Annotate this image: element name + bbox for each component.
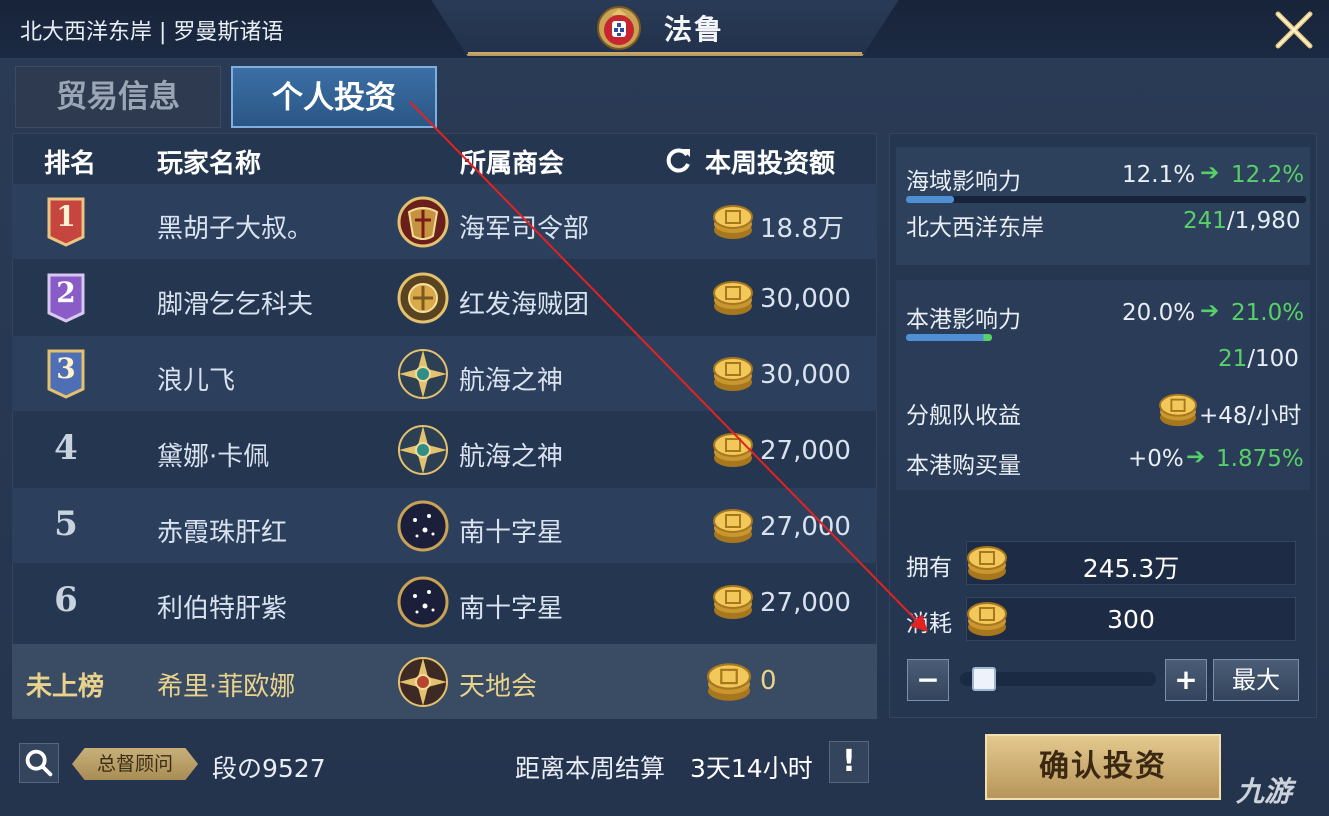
rank-number: 3 (56, 352, 76, 385)
player-name: 利伯特肝紫 (157, 594, 288, 624)
port-influence-bar-fill (906, 334, 993, 341)
header-amount: 本周投资额 (705, 149, 836, 179)
guild-name: 南十字星 (459, 518, 564, 548)
coin-icon (713, 357, 753, 391)
cost-amount: 300 (1107, 605, 1155, 634)
coin-icon (713, 509, 753, 543)
purchase-volume-current: +0% (1128, 446, 1184, 472)
header-rank: 排名 (44, 149, 97, 179)
region-rank-value: 241 (1183, 208, 1227, 234)
arrow-right-icon: ➔ (1200, 298, 1220, 324)
increase-button[interactable]: + (1165, 659, 1207, 701)
player-name: 浪儿飞 (157, 366, 236, 396)
settlement-label: 距离本周结算 (515, 754, 666, 783)
port-influence-label: 本港影响力 (906, 307, 1021, 333)
rank-number: 4 (54, 428, 78, 468)
coin-icon (967, 546, 1007, 580)
port-influence-bar (906, 334, 993, 341)
compass-star-crest-icon (398, 657, 448, 707)
investment-amount: 18.8万 (760, 214, 844, 244)
tab-personal-investment[interactable]: 个人投资 (231, 66, 437, 128)
rank-number: 5 (54, 504, 78, 544)
port-influence-next: 21.0% (1231, 300, 1305, 326)
my-investment-amount: 0 (760, 666, 777, 696)
port-rank-value: 21 (1218, 346, 1248, 372)
purchase-volume-label: 本港购买量 (906, 453, 1021, 479)
fleet-income-value: +48/小时 (1199, 403, 1302, 429)
port-rank-total: /100 (1247, 346, 1299, 372)
navy-crest-icon (397, 196, 449, 248)
arrow-right-icon: ➔ (1200, 160, 1220, 186)
coin-icon (713, 205, 753, 239)
fleet-income-label: 分舰队收益 (906, 403, 1021, 429)
compass-star-crest-icon (398, 425, 448, 475)
port-emblem-icon (597, 6, 641, 50)
port-influence-rank: 21/100 (1218, 346, 1299, 372)
redhair-crest-icon (397, 272, 449, 324)
sea-influence-current: 12.1% (1122, 162, 1196, 188)
investment-slider-handle[interactable] (971, 667, 996, 691)
header-guild: 所属商会 (460, 149, 565, 179)
investment-amount: 27,000 (760, 436, 851, 466)
search-icon[interactable] (19, 743, 59, 783)
my-rank: 未上榜 (26, 672, 105, 702)
tab-trade-info[interactable]: 贸易信息 (15, 66, 221, 128)
port-influence-current: 20.0% (1122, 300, 1196, 326)
region-name: 北大西洋东岸 (906, 215, 1044, 241)
investment-amount: 30,000 (760, 360, 851, 390)
role-badge: 总督顾问 (72, 748, 198, 780)
investment-amount: 27,000 (760, 588, 851, 618)
player-name: 黛娜·卡佩 (157, 442, 270, 472)
southern-cross-crest-icon (397, 576, 449, 628)
arrow-right-icon: ➔ (1186, 444, 1206, 470)
my-guild-name: 天地会 (459, 672, 538, 702)
guild-name: 南十字星 (459, 594, 564, 624)
coin-icon (713, 585, 753, 619)
guild-name: 航海之神 (459, 442, 564, 472)
player-name: 赤霞珠肝红 (157, 518, 288, 548)
sea-influence-bar-fill (906, 196, 955, 203)
sea-influence-next: 12.2% (1231, 162, 1305, 188)
player-name: 黑胡子大叔。 (157, 214, 314, 244)
cost-amount-box: 300 (966, 597, 1296, 641)
coin-icon (713, 433, 753, 467)
watermark-logo: 九游 (1236, 775, 1293, 808)
guild-name: 海军司令部 (459, 214, 590, 244)
own-label: 拥有 (906, 555, 952, 581)
settlement-countdown: 3天14小时 (690, 754, 813, 783)
close-icon[interactable] (1272, 8, 1316, 52)
sea-influence-label: 海域影响力 (906, 169, 1021, 195)
player-name: 脚滑乞乞科夫 (157, 290, 314, 320)
own-amount: 245.3万 (1082, 554, 1180, 583)
sea-influence-bar (906, 196, 1306, 203)
cost-label: 消耗 (906, 611, 952, 637)
compass-star-crest-icon (398, 349, 448, 399)
coin-icon (1159, 393, 1197, 427)
rank-number: 6 (54, 580, 78, 620)
current-player-name: 段の9527 (212, 754, 326, 783)
purchase-volume-next: 1.875% (1216, 446, 1304, 472)
region-rank-total: /1,980 (1226, 208, 1301, 234)
region-influence-rank: 241/1,980 (1183, 208, 1301, 234)
refresh-icon[interactable] (663, 145, 693, 175)
confirm-investment-button[interactable]: 确认投资 (985, 734, 1221, 800)
decrease-button[interactable]: − (907, 659, 949, 701)
guild-name: 航海之神 (459, 366, 564, 396)
max-button[interactable]: 最大 (1213, 659, 1299, 701)
coin-icon (713, 281, 753, 315)
port-name: 法鲁 (664, 13, 725, 46)
coin-icon (967, 602, 1007, 636)
my-player-name: 希里·菲欧娜 (157, 672, 296, 702)
coin-icon (706, 663, 752, 701)
info-button[interactable]: ! (829, 741, 869, 783)
southern-cross-crest-icon (397, 500, 449, 552)
header-player: 玩家名称 (157, 149, 262, 179)
region-label: 北大西洋东岸 | 罗曼斯诸语 (20, 20, 284, 45)
investment-amount: 27,000 (760, 512, 851, 542)
investment-amount: 30,000 (760, 284, 851, 314)
guild-name: 红发海贼团 (459, 290, 590, 320)
own-amount-box: 245.3万 (966, 541, 1296, 585)
rank-number: 1 (56, 200, 76, 233)
rank-number: 2 (56, 276, 76, 309)
